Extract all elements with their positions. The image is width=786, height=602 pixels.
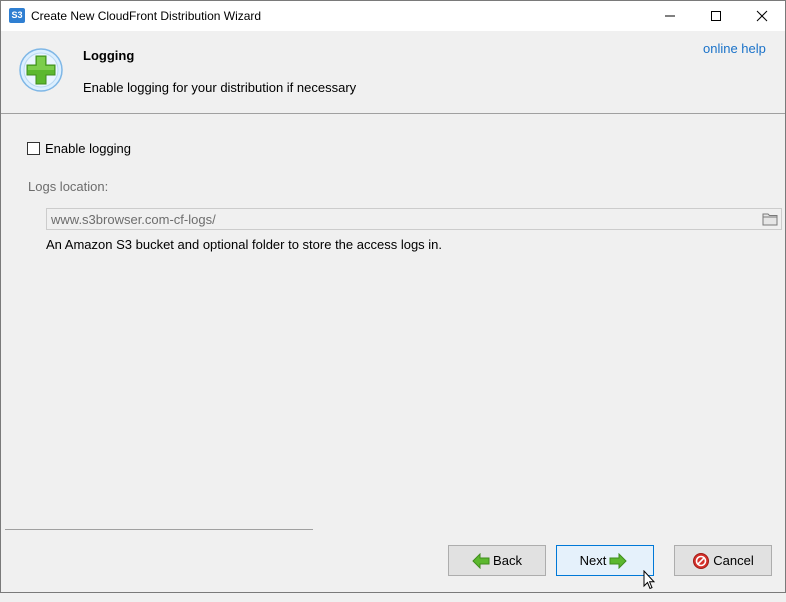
cancel-button-label: Cancel <box>713 553 754 568</box>
green-arrow-left-icon <box>472 552 490 569</box>
footer-divider <box>5 529 313 530</box>
minimize-icon <box>665 15 675 17</box>
close-icon <box>756 10 768 22</box>
green-arrow-right-icon <box>609 552 628 569</box>
page-title: Logging <box>83 48 135 63</box>
green-plus-icon <box>19 48 63 92</box>
logs-location-hint: An Amazon S3 bucket and optional folder … <box>46 237 443 252</box>
checkbox-box[interactable] <box>27 141 40 155</box>
mouse-cursor-icon <box>643 570 655 590</box>
page-description: Enable logging for your distribution if … <box>83 80 357 95</box>
maximize-button[interactable] <box>693 1 739 31</box>
s3-app-icon: S3 <box>9 8 25 23</box>
next-button-label: Next <box>579 553 607 568</box>
back-button[interactable]: Back <box>448 545 546 576</box>
logs-location-label: Logs location: <box>28 179 109 194</box>
close-button[interactable] <box>739 1 785 31</box>
wizard-header <box>1 32 785 113</box>
red-cancel-icon <box>693 552 710 569</box>
minimize-button[interactable] <box>647 1 693 31</box>
folder-icon[interactable] <box>762 212 778 226</box>
enable-logging-label: Enable logging <box>45 140 132 156</box>
window-title: Create New CloudFront Distribution Wizar… <box>31 9 262 23</box>
next-button[interactable]: Next <box>556 545 654 576</box>
back-button-label: Back <box>493 553 522 568</box>
enable-logging-checkbox[interactable]: Enable logging <box>27 140 131 156</box>
cancel-button[interactable]: Cancel <box>674 545 772 576</box>
online-help-link[interactable]: online help <box>703 41 766 56</box>
maximize-icon <box>711 10 721 21</box>
title-bar[interactable]: S3 Create New CloudFront Distribution Wi… <box>1 1 785 31</box>
header-divider <box>1 113 785 114</box>
logs-location-input[interactable]: www.s3browser.com-cf-logs/ <box>46 208 782 230</box>
wizard-window: S3 Create New CloudFront Distribution Wi… <box>0 0 786 593</box>
logs-location-value: www.s3browser.com-cf-logs/ <box>51 212 216 227</box>
